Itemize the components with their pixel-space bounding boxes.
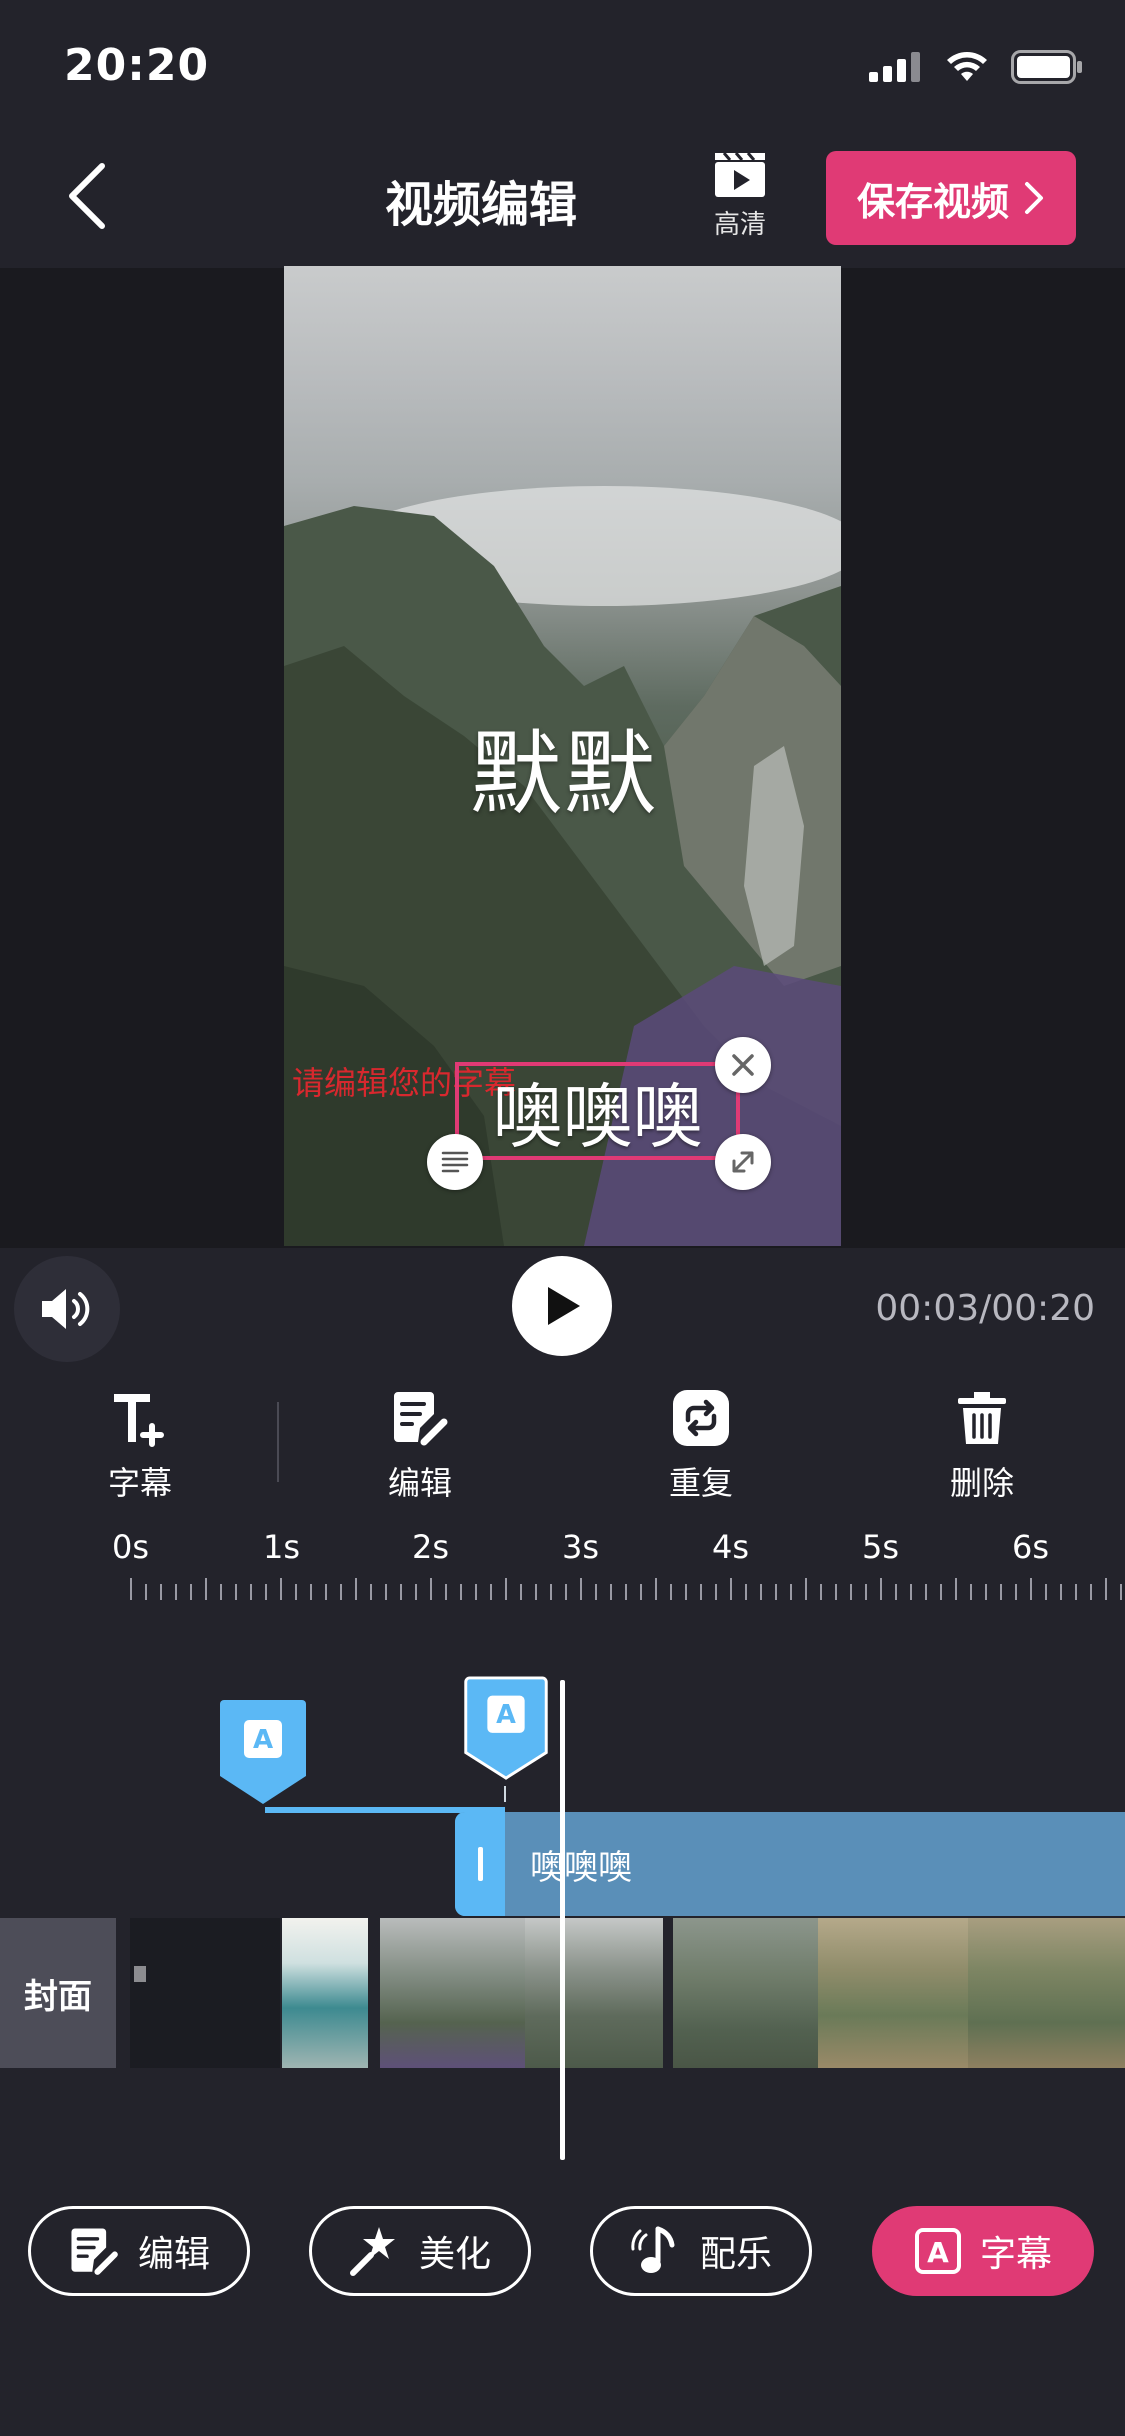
tool-add-subtitle[interactable]: 字幕 — [70, 1388, 210, 1504]
nav-edit-button[interactable]: 编辑 — [28, 2206, 250, 2296]
marker-stem — [504, 1786, 506, 1802]
magic-wand-icon — [349, 2227, 395, 2276]
save-video-button[interactable]: 保存视频 — [826, 151, 1076, 245]
subtitle-main-text[interactable]: 默默 — [470, 700, 658, 833]
nav-subtitle-button[interactable]: A 字幕 — [872, 2206, 1094, 2296]
chevron-right-icon — [1025, 182, 1043, 214]
page-title: 视频编辑 — [384, 177, 577, 233]
playback-time: 00:03/00:20 — [875, 1288, 1095, 1329]
nav-label: 编辑 — [137, 2234, 210, 2275]
timeline-ruler[interactable] — [130, 1578, 1125, 1600]
frame-detail — [134, 1966, 146, 1982]
subtitle-icon: A — [914, 2228, 961, 2274]
speaker-icon — [42, 1289, 90, 1329]
wifi-icon — [947, 52, 987, 81]
svg-text:A: A — [496, 1700, 516, 1730]
clapperboard-icon — [715, 152, 765, 197]
subtitle-align-button[interactable] — [427, 1134, 483, 1190]
tool-divider — [277, 1402, 279, 1482]
battery-icon — [1011, 50, 1082, 84]
tool-edit[interactable]: 编辑 — [350, 1388, 490, 1504]
nav-beautify-button[interactable]: 美化 — [309, 2206, 531, 2296]
video-frame-thumbnail[interactable] — [282, 1918, 368, 2068]
volume-button[interactable] — [14, 1256, 120, 1362]
tool-label: 编辑 — [387, 1464, 452, 1502]
video-frame-thumbnail[interactable] — [968, 1918, 1125, 2068]
align-icon — [441, 1151, 469, 1173]
video-frame-thumbnail[interactable] — [818, 1918, 968, 2068]
hd-quality-button[interactable]: 高清 — [700, 150, 780, 246]
ruler-label: 3s — [562, 1528, 600, 1566]
ruler-label: 0s — [112, 1528, 150, 1566]
video-frame-thumbnail[interactable] — [525, 1918, 663, 2068]
ruler-label: 4s — [712, 1528, 750, 1566]
ruler-label: 5s — [862, 1528, 900, 1566]
music-note-icon — [631, 2226, 675, 2273]
resize-icon — [732, 1151, 754, 1173]
edit-icon — [394, 1392, 448, 1446]
remove-subtitle-button[interactable] — [715, 1037, 771, 1093]
status-time: 20:20 — [64, 40, 210, 91]
tool-label: 字幕 — [107, 1464, 172, 1502]
video-frame-thumbnail[interactable] — [130, 1918, 280, 2068]
subtitle-clip-handle[interactable] — [455, 1812, 505, 1916]
subtitle-resize-button[interactable] — [715, 1134, 771, 1190]
nav-label: 美化 — [418, 2234, 491, 2275]
subtitle-clip-text: 噢噢噢 — [530, 1848, 632, 1888]
tool-repeat[interactable]: 重复 — [631, 1388, 771, 1504]
svg-text:A: A — [253, 1725, 273, 1755]
cover-label: 封面 — [24, 1976, 92, 2017]
playhead[interactable] — [560, 1680, 565, 2160]
ruler-label: 6s — [1012, 1528, 1050, 1566]
svg-text:A: A — [927, 2236, 949, 2269]
save-video-label: 保存视频 — [856, 179, 1009, 224]
hd-label: 高清 — [713, 210, 766, 240]
add-text-icon — [114, 1394, 164, 1447]
signal-icon — [869, 52, 920, 82]
video-frame-thumbnail[interactable] — [380, 1918, 525, 2068]
trash-icon — [958, 1392, 1006, 1444]
play-button[interactable] — [512, 1256, 612, 1356]
cover-button[interactable]: 封面 — [0, 1918, 116, 2068]
play-icon — [548, 1287, 580, 1325]
nav-label: 配乐 — [699, 2234, 772, 2275]
nav-label: 字幕 — [979, 2234, 1052, 2275]
tool-label: 删除 — [949, 1464, 1014, 1502]
subtitle-marker[interactable]: A — [220, 1700, 306, 1806]
status-icons — [869, 50, 1083, 84]
selected-subtitle-text: 噢噢噢 — [492, 1075, 703, 1158]
handle-grip — [477, 1847, 483, 1881]
ruler-label: 1s — [263, 1528, 301, 1566]
repeat-icon — [673, 1390, 729, 1446]
tool-label: 重复 — [668, 1464, 733, 1502]
edit-icon — [71, 2228, 118, 2275]
close-icon — [732, 1054, 754, 1076]
selected-subtitle-box[interactable]: 噢噢噢 — [455, 1062, 740, 1160]
video-frame-thumbnail[interactable] — [673, 1918, 818, 2068]
ruler-label: 2s — [412, 1528, 450, 1566]
nav-music-button[interactable]: 配乐 — [590, 2206, 812, 2296]
subtitle-marker-selected[interactable]: A — [463, 1676, 549, 1782]
tool-delete[interactable]: 删除 — [912, 1388, 1052, 1504]
